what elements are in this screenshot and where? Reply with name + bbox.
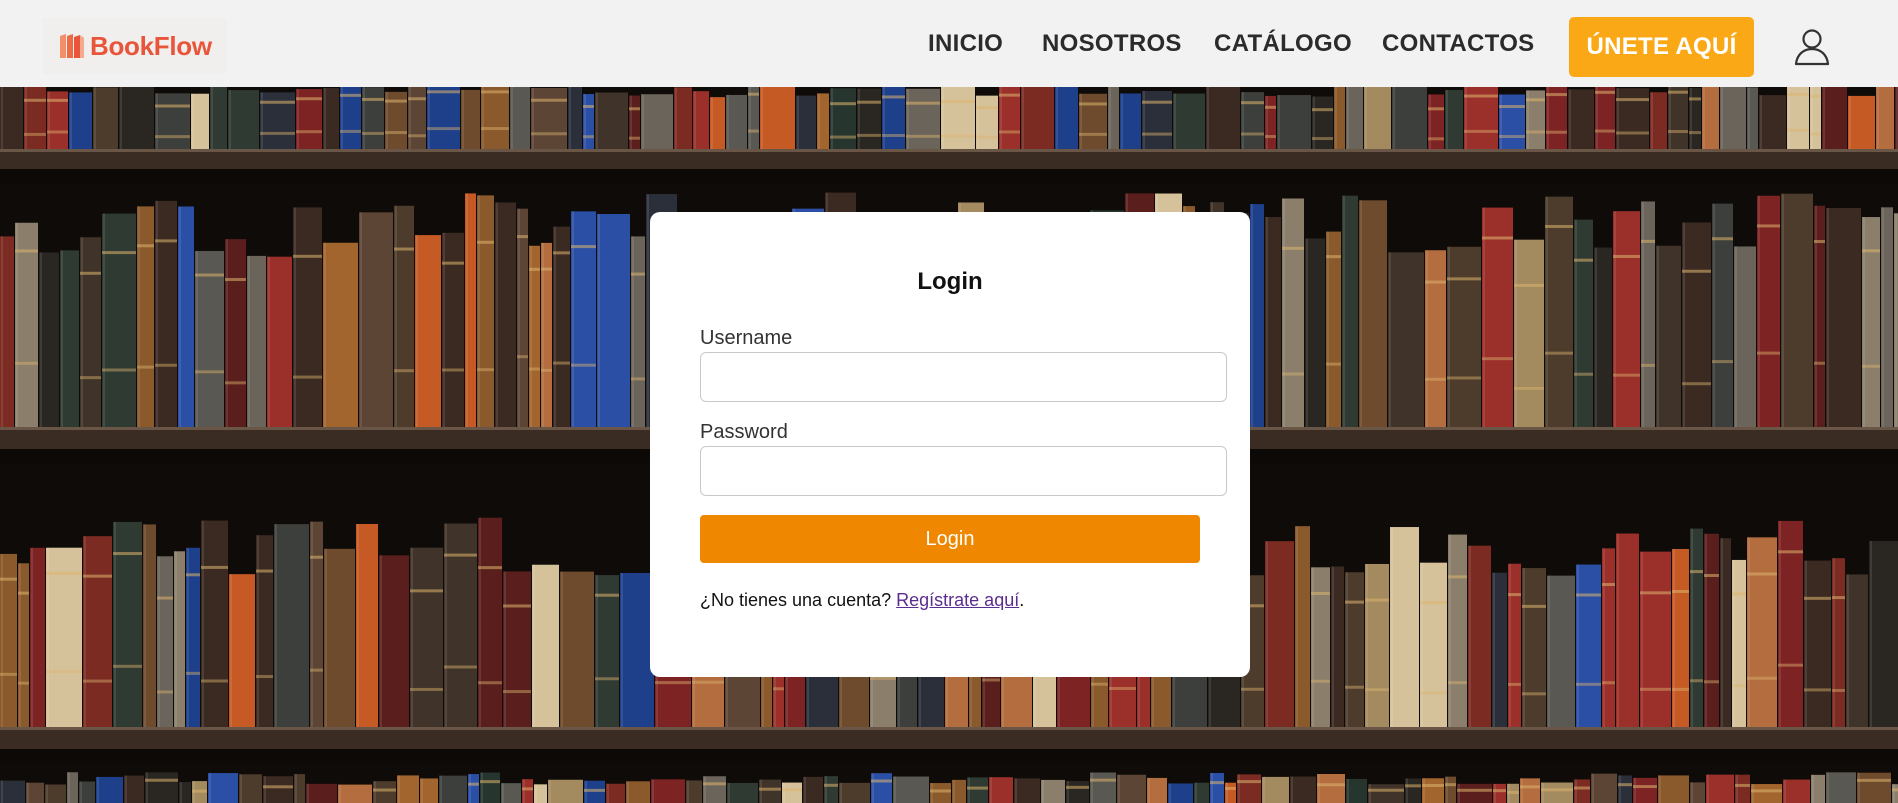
login-title: Login	[917, 268, 983, 295]
username-label: Username	[700, 327, 793, 349]
brand-logo-link[interactable]: BookFlow	[42, 18, 227, 74]
signup-suffix: .	[1019, 590, 1025, 610]
user-icon[interactable]	[1794, 28, 1830, 66]
login-submit-button[interactable]: Login	[700, 515, 1200, 563]
password-label: Password	[700, 421, 788, 443]
password-input[interactable]	[700, 446, 1227, 496]
signup-prompt-text: ¿No tienes una cuenta?	[700, 590, 897, 610]
login-card: Login Username Password Login ¿No tienes…	[650, 212, 1250, 677]
nav-item-contactos[interactable]: CONTACTOS	[1382, 0, 1534, 87]
top-navigation-bar: BookFlow INICIO NOSOTROS CATÁLOGO CONTAC…	[0, 0, 1898, 87]
nav-item-inicio[interactable]: INICIO	[928, 0, 1003, 87]
book-stack-logo-icon	[60, 34, 84, 58]
nav-item-catalogo[interactable]: CATÁLOGO	[1214, 0, 1352, 87]
username-input[interactable]	[700, 352, 1227, 402]
join-button[interactable]: ÚNETE AQUÍ	[1569, 17, 1754, 77]
nav-item-nosotros[interactable]: NOSOTROS	[1042, 0, 1182, 87]
brand-name: BookFlow	[90, 30, 212, 61]
register-link[interactable]: Regístrate aquí	[896, 590, 1019, 610]
signup-prompt: ¿No tienes una cuenta? Regístrate aquí.	[700, 590, 1024, 611]
